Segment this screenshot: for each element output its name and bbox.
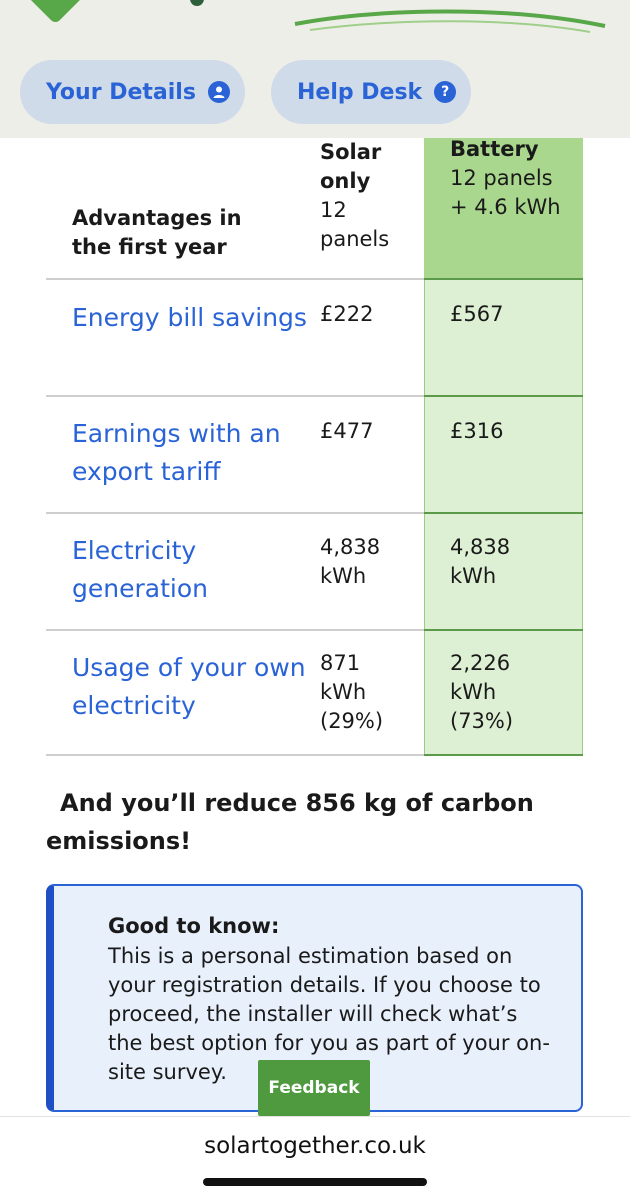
battery-header: Battery 12 panels + 4.6 kWh — [450, 135, 575, 222]
row-divider-battery — [424, 629, 583, 631]
user-icon — [207, 81, 230, 103]
site-header: Your Details Help Desk ? — [0, 0, 630, 138]
help-desk-button[interactable]: Help Desk ? — [271, 60, 471, 124]
row-label-energy-bill-savings[interactable]: Energy bill savings — [72, 299, 312, 337]
feedback-button[interactable]: Feedback — [258, 1060, 370, 1116]
your-details-button[interactable]: Your Details — [20, 60, 245, 124]
home-indicator[interactable] — [203, 1178, 427, 1186]
battery-value: 4,838 kWh — [450, 535, 511, 588]
battery-value: £567 — [450, 302, 504, 326]
solar-subtitle: 12 panels — [320, 198, 390, 251]
logo-icon[interactable] — [21, 0, 87, 25]
row-label-export-tariff[interactable]: Earnings with an export tariff — [72, 415, 312, 491]
row-label-own-electricity-usage[interactable]: Usage of your own electricity — [72, 649, 312, 725]
solar-value: 871 kWh (29%) — [320, 651, 384, 733]
battery-value: £316 — [450, 419, 504, 443]
row-divider-battery — [424, 512, 583, 514]
table-header-label: Advantages in the first year — [72, 206, 242, 259]
solar-value: £477 — [320, 419, 374, 443]
row-label-electricity-generation[interactable]: Electricity generation — [72, 532, 312, 608]
solar-value: £222 — [320, 302, 374, 326]
question-icon: ? — [434, 81, 457, 103]
row-divider-battery — [424, 754, 583, 756]
comparison-table: Advantages in the first year Solar only … — [46, 135, 583, 756]
logo-swoosh-icon — [294, 9, 606, 33]
logo-text-fragment — [190, 0, 204, 6]
help-desk-label: Help Desk — [297, 79, 423, 105]
your-details-label: Your Details — [46, 79, 196, 105]
battery-title: Battery — [450, 137, 539, 161]
battery-value: 2,226 kWh (73%) — [450, 651, 514, 733]
url-text[interactable]: solartogether.co.uk — [0, 1133, 630, 1159]
row-divider-battery — [424, 395, 583, 397]
solar-title: Solar only — [320, 140, 382, 193]
solar-header: Solar only 12 panels — [320, 138, 420, 254]
browser-url-bar[interactable]: solartogether.co.uk — [0, 1116, 630, 1201]
solar-value: 4,838 kWh — [320, 535, 381, 588]
battery-subtitle: 12 panels + 4.6 kWh — [450, 166, 561, 219]
info-title: Good to know: — [108, 914, 280, 938]
row-divider-battery — [424, 278, 583, 280]
carbon-reduction-message: And you’ll reduce 856 kg of carbon emiss… — [46, 789, 534, 855]
